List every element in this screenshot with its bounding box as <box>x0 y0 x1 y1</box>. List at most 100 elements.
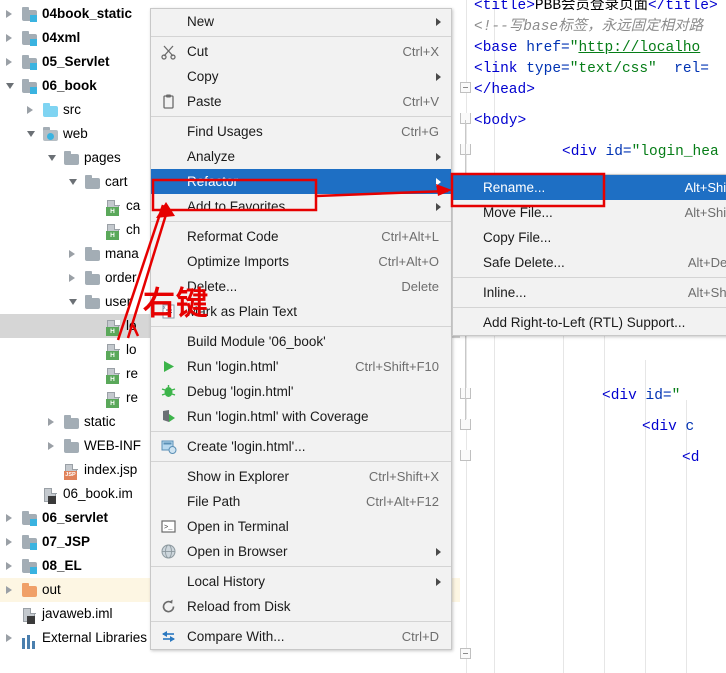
folder-icon <box>85 246 101 262</box>
chevron-right-icon[interactable] <box>6 634 12 642</box>
menu-item[interactable]: Copy <box>151 64 451 89</box>
code-fold-toggle-icon[interactable] <box>460 419 471 430</box>
code-token: <div <box>602 388 646 404</box>
menu-item[interactable]: Optimize Imports Ctrl+Alt+O <box>151 249 451 274</box>
tree-item-label: out <box>42 582 61 597</box>
chevron-right-icon[interactable] <box>27 106 33 114</box>
chevron-right-icon[interactable] <box>48 418 54 426</box>
menu-item-label: Open in Browser <box>187 544 288 559</box>
menu-item[interactable]: Reformat Code Ctrl+Alt+L <box>151 224 451 249</box>
menu-item[interactable]: Build Module '06_book' <box>151 329 451 354</box>
file-context-menu[interactable]: New Cut Ctrl+X Copy Paste Ctrl+V Find Usages Ct… <box>150 8 452 650</box>
code-editor-panel[interactable]: <title>PBB会员登录页面</title> <!--写base标签，永远固定… <box>460 0 726 673</box>
menu-item[interactable]: Inline... Alt+Shift- <box>453 280 726 305</box>
chevron-right-icon[interactable] <box>6 586 12 594</box>
code-fold-toggle-icon[interactable] <box>460 82 471 93</box>
menu-item[interactable]: New <box>151 9 451 34</box>
chevron-down-icon[interactable] <box>48 155 56 161</box>
menu-separator <box>151 36 451 37</box>
menu-item[interactable]: Debug 'login.html' <box>151 379 451 404</box>
menu-separator <box>151 461 451 462</box>
tree-item-label: static <box>84 414 116 429</box>
menu-item[interactable]: Run 'login.html' with Coverage <box>151 404 451 429</box>
tree-item-label: 06_book <box>42 78 97 93</box>
iml-file-icon <box>22 606 38 624</box>
menu-item[interactable]: File Path Ctrl+Alt+F12 <box>151 489 451 514</box>
refactor-submenu[interactable]: Rename... Alt+Shift+ Move File... Alt+Shift… <box>452 174 726 336</box>
code-token: " <box>671 388 681 404</box>
tree-item-label: javaweb.iml <box>42 606 113 621</box>
code-token: href= <box>526 40 570 56</box>
menu-item[interactable]: Find Usages Ctrl+G <box>151 119 451 144</box>
tree-item-label: pages <box>84 150 121 165</box>
menu-item-label: Rename... <box>483 180 546 195</box>
chevron-right-icon[interactable] <box>6 58 12 66</box>
code-token: <base <box>474 40 527 56</box>
chevron-down-icon[interactable] <box>69 179 77 185</box>
menu-item[interactable]: Copy File... <box>453 225 726 250</box>
code-token: <title> <box>474 0 535 14</box>
menu-item-label: Run 'login.html' with Coverage <box>187 409 369 424</box>
menu-item[interactable]: Show in Explorer Ctrl+Shift+X <box>151 464 451 489</box>
menu-item[interactable]: Rename... Alt+Shift+ <box>453 175 726 200</box>
editor-indent-guide-5 <box>686 400 687 673</box>
module-folder-icon <box>22 78 38 94</box>
chevron-right-icon[interactable] <box>6 562 12 570</box>
tree-item-label: 06_servlet <box>42 510 109 525</box>
menu-item[interactable]: Local History <box>151 569 451 594</box>
menu-item[interactable]: Create 'login.html'... <box>151 434 451 459</box>
menu-item-label: Reload from Disk <box>187 599 291 614</box>
menu-item[interactable]: Add to Favorites <box>151 194 451 219</box>
menu-item[interactable]: Add Right-to-Left (RTL) Support... <box>453 310 726 335</box>
chevron-right-icon[interactable] <box>69 274 75 282</box>
chevron-right-icon[interactable] <box>6 538 12 546</box>
submenu-arrow-icon <box>436 73 441 81</box>
module-folder-icon <box>22 30 38 46</box>
code-line: <div c <box>642 417 694 438</box>
html-file-icon: H <box>106 390 122 408</box>
menu-item-label: Move File... <box>483 205 553 220</box>
code-token: <div <box>562 144 606 160</box>
menu-item[interactable]: Open in Browser <box>151 539 451 564</box>
menu-item[interactable]: Analyze <box>151 144 451 169</box>
code-token: <d <box>682 450 700 466</box>
tree-item-label: 04book_static <box>42 6 133 21</box>
tree-item-label: 05_Servlet <box>42 54 110 69</box>
menu-separator <box>151 621 451 622</box>
menu-item[interactable]: Refactor <box>151 169 451 194</box>
chevron-right-icon[interactable] <box>6 514 12 522</box>
tree-item-label: mana <box>105 246 139 261</box>
menu-item-label: File Path <box>187 494 241 509</box>
tree-item-label: index.jsp <box>84 462 138 477</box>
code-fold-toggle-icon[interactable] <box>460 648 471 659</box>
chevron-down-icon[interactable] <box>6 83 14 89</box>
menu-item[interactable]: Run 'login.html' Ctrl+Shift+F10 <box>151 354 451 379</box>
tree-item-label: ca <box>126 198 141 213</box>
menu-item-label: Run 'login.html' <box>187 359 279 374</box>
menu-item[interactable]: Reload from Disk <box>151 594 451 619</box>
chevron-down-icon[interactable] <box>69 299 77 305</box>
menu-item[interactable]: Cut Ctrl+X <box>151 39 451 64</box>
menu-item-label: Local History <box>187 574 266 589</box>
chevron-down-icon[interactable] <box>27 131 35 137</box>
menu-item-label: Build Module '06_book' <box>187 334 326 349</box>
jsp-file-icon: JSP <box>64 462 80 480</box>
chevron-right-icon[interactable] <box>6 10 12 18</box>
html-file-icon: H <box>106 222 122 240</box>
html-file-icon: H <box>106 198 122 216</box>
menu-item[interactable]: Safe Delete... Alt+Delet <box>453 250 726 275</box>
menu-item[interactable]: Move File... Alt+Shift+ <box>453 200 726 225</box>
code-fold-toggle-icon[interactable] <box>460 450 471 461</box>
chevron-right-icon[interactable] <box>6 34 12 42</box>
menu-item-label: Optimize Imports <box>187 254 290 269</box>
submenu-arrow-icon <box>436 153 441 161</box>
code-line: <title>PBB会员登录页面</title> <box>474 0 718 17</box>
menu-item-label: Add Right-to-Left (RTL) Support... <box>483 315 686 330</box>
chevron-right-icon[interactable] <box>69 250 75 258</box>
menu-item[interactable]: Paste Ctrl+V <box>151 89 451 114</box>
chevron-right-icon[interactable] <box>48 442 54 450</box>
menu-item[interactable]: Compare With... Ctrl+D <box>151 624 451 649</box>
tree-item-label: ch <box>126 222 141 237</box>
menu-item-label: Reformat Code <box>187 229 279 244</box>
menu-item[interactable]: >_ Open in Terminal <box>151 514 451 539</box>
